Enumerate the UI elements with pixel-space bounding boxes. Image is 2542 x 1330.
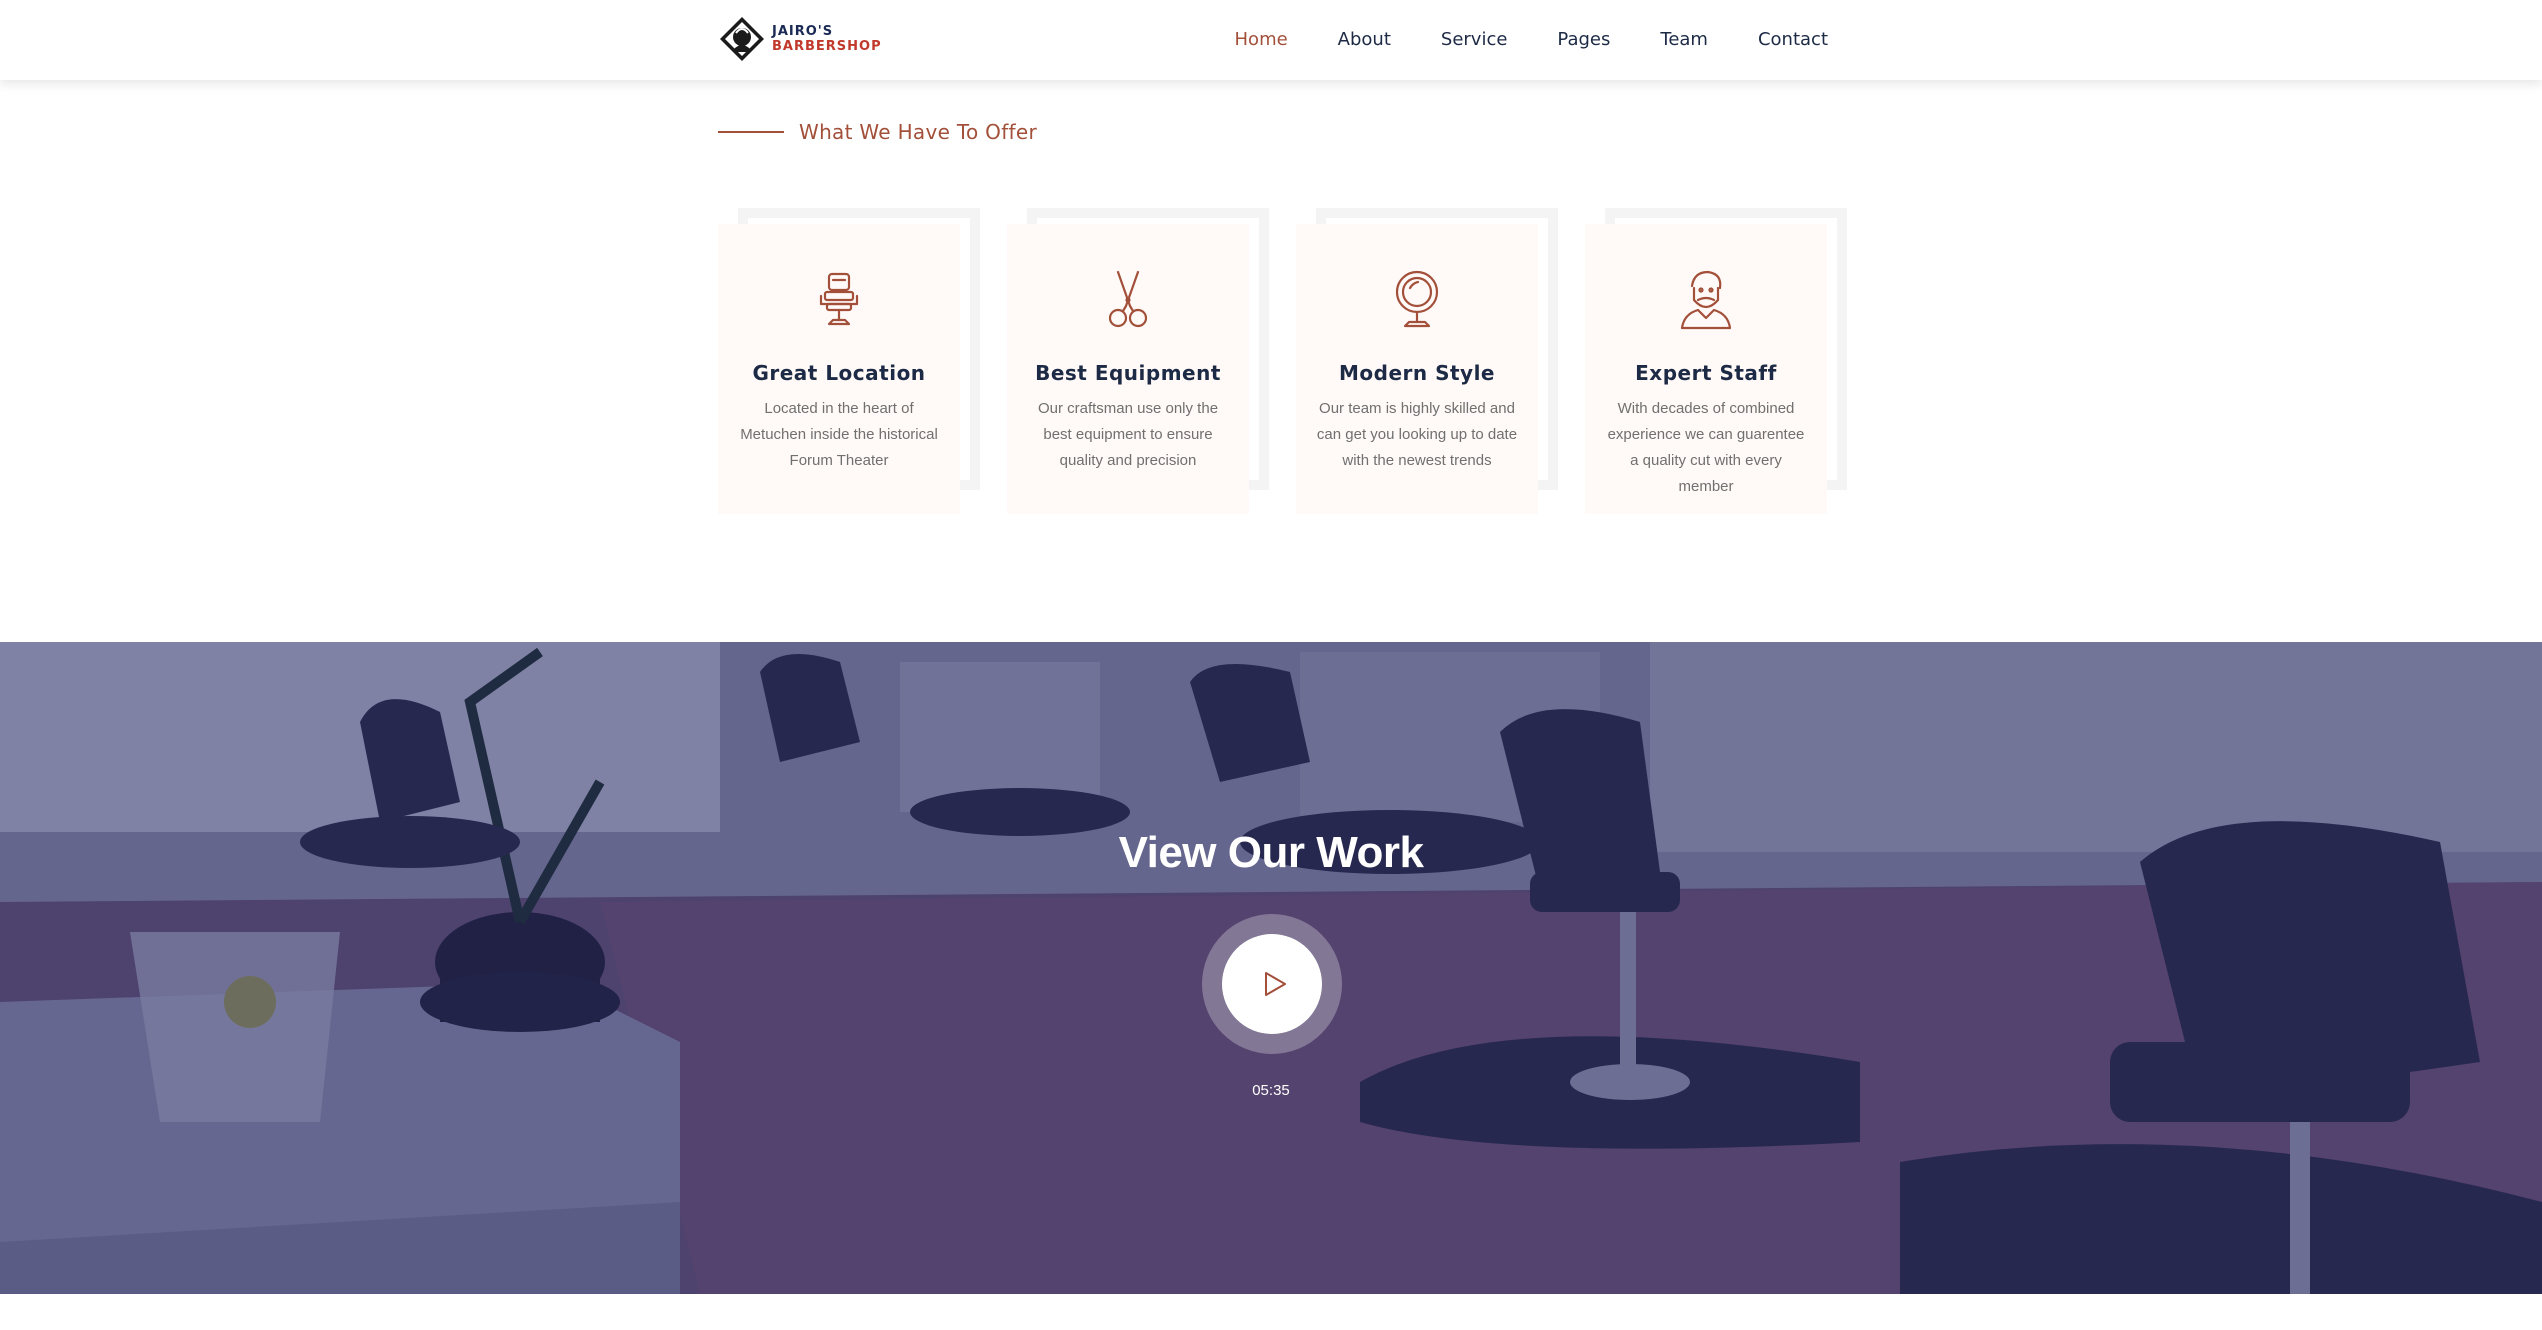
barber-logo-icon bbox=[720, 17, 764, 61]
main-nav: Home About Service Pages Team Contact bbox=[1210, 0, 1828, 78]
nav-contact[interactable]: Contact bbox=[1733, 29, 1828, 50]
site-header: JAIRO'S BARBERSHOP Home About Service Pa… bbox=[0, 0, 2542, 80]
play-button-ring bbox=[1202, 914, 1342, 1054]
logo-wordmark: JAIRO'S BARBERSHOP bbox=[772, 25, 882, 53]
play-button[interactable] bbox=[1222, 934, 1322, 1034]
card-title: Expert Staff bbox=[1635, 361, 1777, 385]
offer-heading: What We Have To Offer bbox=[718, 120, 1037, 144]
nav-home[interactable]: Home bbox=[1210, 29, 1313, 50]
card-title: Great Location bbox=[752, 361, 926, 385]
card-body: Best Equipment Our craftsman use only th… bbox=[1007, 224, 1249, 514]
nav-pages[interactable]: Pages bbox=[1532, 29, 1635, 50]
heading-divider bbox=[718, 131, 784, 133]
scissors-icon bbox=[1108, 270, 1148, 328]
card-description: Our team is highly skilled and can get y… bbox=[1316, 400, 1518, 469]
card-description: Our craftsman use only the best equipmen… bbox=[1037, 400, 1219, 469]
feature-card-location: Great Location Located in the heart of M… bbox=[718, 208, 980, 514]
logo-line-1: JAIRO'S bbox=[772, 24, 834, 39]
barber-person-icon bbox=[1680, 270, 1732, 330]
card-description: Located in the heart of Metuchen inside … bbox=[740, 400, 938, 469]
feature-card-style: Modern Style Our team is highly skilled … bbox=[1296, 208, 1558, 514]
card-body: Expert Staff With decades of combined ex… bbox=[1585, 224, 1827, 514]
video-title: View Our Work bbox=[1118, 828, 1424, 877]
card-body: Great Location Located in the heart of M… bbox=[718, 224, 960, 514]
barber-chair-icon bbox=[819, 272, 859, 326]
card-body: Modern Style Our team is highly skilled … bbox=[1296, 224, 1538, 514]
offer-title: What We Have To Offer bbox=[799, 120, 1038, 144]
video-section: View Our Work 05:35 bbox=[0, 642, 2542, 1294]
card-title: Best Equipment bbox=[1035, 361, 1221, 385]
feature-cards: Great Location Located in the heart of M… bbox=[718, 208, 1848, 518]
mirror-icon bbox=[1395, 270, 1439, 328]
card-title: Modern Style bbox=[1338, 361, 1495, 385]
feature-card-staff: Expert Staff With decades of combined ex… bbox=[1585, 208, 1847, 514]
nav-service[interactable]: Service bbox=[1416, 29, 1533, 50]
video-duration: 05:35 bbox=[1252, 1082, 1290, 1099]
nav-about[interactable]: About bbox=[1313, 29, 1416, 50]
feature-card-equipment: Best Equipment Our craftsman use only th… bbox=[1007, 208, 1269, 514]
play-icon bbox=[1265, 972, 1286, 996]
site-logo[interactable]: JAIRO'S BARBERSHOP bbox=[718, 15, 882, 63]
logo-line-2: BARBERSHOP bbox=[772, 39, 882, 54]
card-description: With decades of combined experience we c… bbox=[1607, 400, 1805, 495]
nav-team[interactable]: Team bbox=[1635, 29, 1733, 50]
